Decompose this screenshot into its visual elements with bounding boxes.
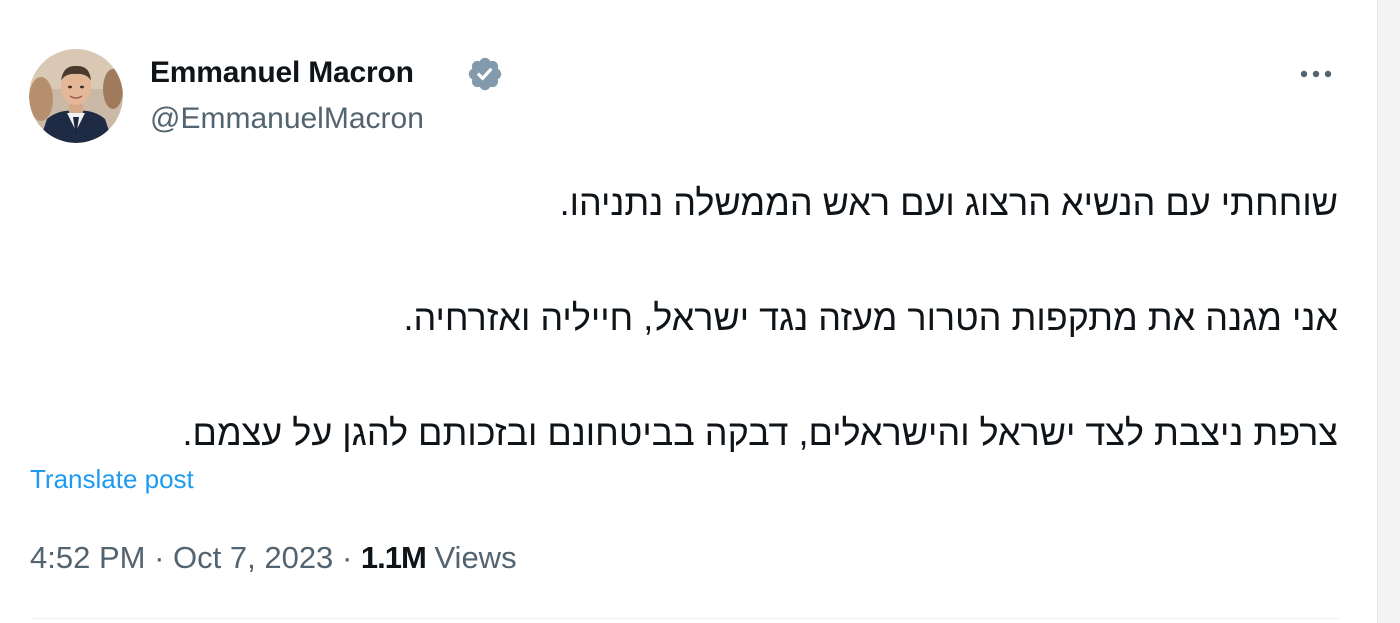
tweet-text: שוחחתי עם הנשיא הרצוג ועם ראש הממשלה נתנ…: [18, 178, 1338, 458]
verified-badge-icon[interactable]: [466, 55, 504, 93]
avatar-image: [29, 49, 123, 143]
meta-separator: ·: [341, 540, 353, 575]
more-options-button[interactable]: [1290, 52, 1342, 96]
tweet-text-line: צרפת ניצבת לצד ישראל והישראלים, דבקה בבי…: [182, 412, 1338, 453]
tweet-card: Emmanuel Macron @EmmanuelMacron שוחחתי ע…: [0, 0, 1400, 623]
post-metadata: 4:52 PM · Oct 7, 2023 · 1.1M Views: [30, 540, 517, 576]
author-handle[interactable]: @EmmanuelMacron: [150, 102, 424, 136]
divider: [30, 618, 1340, 619]
more-horizontal-icon: [1300, 70, 1332, 78]
views-count[interactable]: 1.1M: [361, 540, 427, 575]
meta-separator: ·: [154, 540, 165, 575]
author-name[interactable]: Emmanuel Macron: [150, 56, 414, 90]
scrollbar-track[interactable]: [1377, 0, 1400, 623]
avatar[interactable]: [29, 49, 123, 143]
tweet-text-line: שוחחתי עם הנשיא הרצוג ועם ראש הממשלה נתנ…: [559, 182, 1338, 223]
translate-post-link[interactable]: Translate post: [30, 464, 194, 495]
tweet-text-line: אני מגנה את מתקפות הטרור מעזה נגד ישראל,…: [403, 297, 1338, 338]
post-date[interactable]: Oct 7, 2023: [173, 540, 333, 575]
views-label: Views: [434, 540, 517, 575]
post-time[interactable]: 4:52 PM: [30, 540, 145, 575]
